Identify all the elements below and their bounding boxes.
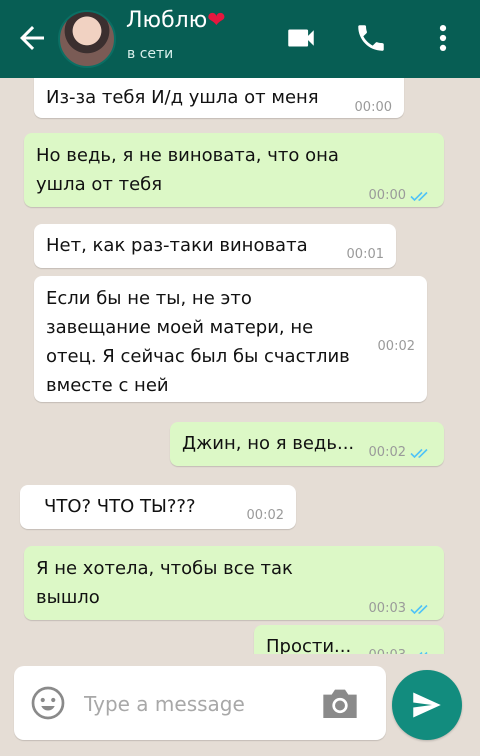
message-input[interactable]: [82, 686, 306, 722]
message-time: 00:03: [368, 601, 406, 616]
message-time: 00:02: [246, 508, 284, 523]
message-outgoing[interactable]: Прости... 00:03: [254, 625, 444, 654]
message-time: 00:01: [346, 247, 384, 262]
chat-header: Люблю❤ в сети: [0, 0, 480, 78]
message-meta: 00:00: [369, 181, 432, 210]
message-incoming[interactable]: Нет, как раз-таки виновата 00:01: [34, 224, 396, 268]
message-text: Если бы не ты, не это завещание моей мат…: [46, 288, 350, 396]
message-meta: 00:03: [369, 594, 432, 623]
send-icon: [413, 692, 441, 718]
contact-name-text: Люблю: [126, 8, 208, 33]
video-call-icon[interactable]: [284, 21, 318, 55]
phone-call-icon[interactable]: [354, 21, 388, 55]
message-time: 00:00: [354, 100, 392, 115]
message-composer: [14, 666, 386, 740]
message-outgoing[interactable]: Джин, но я ведь... 00:02: [170, 422, 444, 466]
camera-icon[interactable]: [320, 686, 360, 720]
message-text: ЧТО? ЧТО ТЫ???: [44, 496, 196, 517]
double-check-read-icon: [410, 604, 428, 614]
chat-area[interactable]: Из-за тебя И/д ушла от меня 00:00 Но вед…: [0, 78, 480, 654]
message-outgoing[interactable]: Но ведь, я не виновата, что она ушла от …: [24, 133, 444, 207]
online-status: в сети: [127, 46, 174, 62]
message-meta: 00:02: [369, 438, 432, 467]
message-incoming[interactable]: ЧТО? ЧТО ТЫ??? 00:02: [20, 485, 296, 529]
message-incoming[interactable]: Из-за тебя И/д ушла от меня 00:00: [34, 78, 404, 118]
more-options-icon[interactable]: [426, 21, 460, 55]
message-text: Из-за тебя И/д ушла от меня: [46, 87, 319, 108]
contact-name[interactable]: Люблю❤: [126, 8, 226, 33]
double-check-read-icon: [410, 191, 428, 201]
message-meta: 00:03: [369, 641, 432, 654]
heart-emoji: ❤: [207, 8, 226, 33]
message-text: Я не хотела, чтобы все так вышло: [36, 558, 293, 608]
message-time: 00:00: [368, 188, 406, 203]
avatar[interactable]: [58, 10, 116, 68]
emoji-icon[interactable]: [30, 685, 66, 721]
message-text: Джин, но я ведь...: [182, 433, 355, 454]
message-time: 00:02: [377, 339, 415, 354]
message-incoming[interactable]: Если бы не ты, не это завещание моей мат…: [34, 276, 427, 402]
message-time: 00:03: [369, 641, 406, 654]
double-check-read-icon: [418, 651, 428, 654]
message-time: 00:02: [368, 445, 406, 460]
message-text: Но ведь, я не виновата, что она ушла от …: [36, 145, 339, 195]
send-button[interactable]: [392, 670, 462, 740]
double-check-read-icon: [410, 448, 428, 458]
message-text: Прости...: [266, 636, 352, 654]
message-outgoing[interactable]: Я не хотела, чтобы все так вышло 00:03: [24, 546, 444, 620]
back-arrow-icon[interactable]: [14, 20, 50, 56]
message-text: Нет, как раз-таки виновата: [46, 235, 308, 256]
